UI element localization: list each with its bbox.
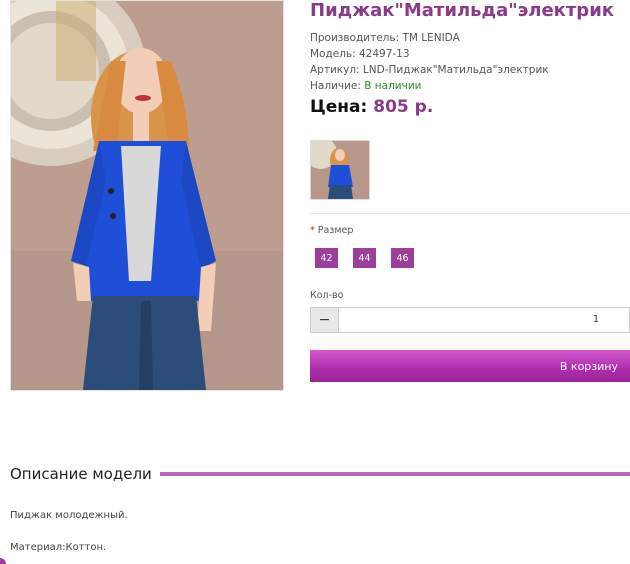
quantity-stepper: − 1 [310, 307, 630, 333]
quantity-decrease-button[interactable]: − [311, 308, 339, 332]
description-line-1: Пиджак молодежный. [10, 510, 128, 521]
description-line-2: Материал:Коттон. [10, 542, 107, 553]
description-title: Описание модели [10, 465, 152, 483]
size-label: * Размер [310, 225, 353, 236]
size-option-46[interactable]: 46 [391, 248, 414, 268]
size-option-44[interactable]: 44 [353, 248, 376, 268]
product-thumbnail[interactable] [310, 140, 370, 200]
heading-underline [159, 472, 630, 476]
size-label-text: Размер [317, 225, 354, 236]
model-text: Модель: 42497-13 [310, 48, 410, 60]
required-mark: * [310, 225, 315, 236]
availability-value: В наличии [364, 80, 422, 92]
product-meta: Производитель: TM LENIDA Модель: 42497-1… [310, 30, 549, 94]
quantity-input[interactable]: 1 [339, 308, 629, 332]
size-option-42[interactable]: 42 [315, 248, 338, 268]
corner-accent [0, 558, 6, 564]
product-main-image[interactable] [10, 0, 284, 391]
product-title: Пиджак"Матильда"электрик [310, 0, 615, 21]
sku-text: Артикул: LND-Пиджак"Матильда"электрик [310, 64, 549, 76]
price-label: Цена: [310, 97, 368, 117]
availability-label: Наличие: [310, 80, 365, 92]
divider [310, 213, 630, 214]
price: Цена: 805 р. [310, 97, 433, 117]
availability-row: Наличие: В наличии [310, 78, 549, 94]
size-options: 42 44 46 [315, 248, 414, 268]
manufacturer-text: Производитель: TM LENIDA [310, 32, 460, 44]
add-to-cart-button[interactable]: В корзину [310, 350, 630, 382]
price-value: 805 р. [373, 97, 434, 117]
quantity-label: Кол-во [310, 290, 344, 301]
description-heading: Описание модели [10, 465, 630, 483]
